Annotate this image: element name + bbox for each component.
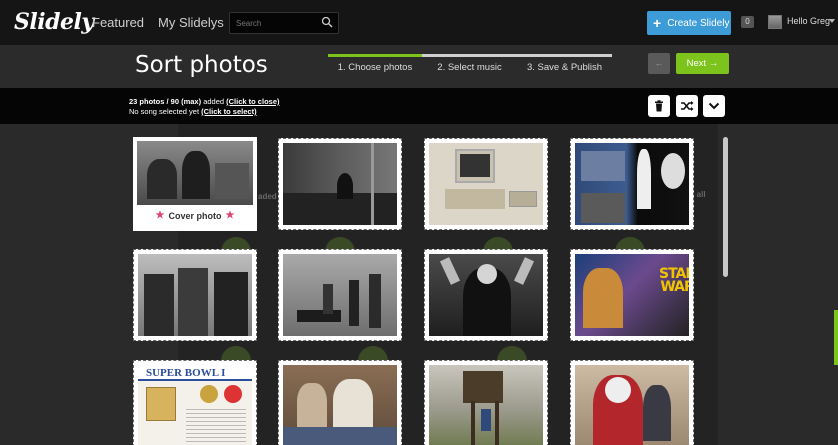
photo-balcony-figure	[283, 143, 397, 225]
poster-title-bottom: WAR	[660, 279, 689, 295]
search-input[interactable]	[230, 13, 318, 34]
photo-tile[interactable]	[278, 360, 402, 445]
photo-tile[interactable]	[133, 249, 257, 341]
photo-protest-scene	[283, 254, 397, 336]
selection-info-bar: 23 photos / 90 (max) added (Click to clo…	[0, 88, 838, 124]
added-text: added	[201, 97, 227, 106]
slidely-logo[interactable]: Slidely	[14, 9, 94, 35]
star-icon: ★	[155, 210, 165, 221]
trash-icon	[655, 100, 663, 112]
step-progress-bar	[517, 54, 612, 57]
photo-tile[interactable]: STAR WAR	[570, 249, 694, 341]
user-greeting[interactable]: Hello Greg	[787, 16, 830, 26]
side-feedback-tab[interactable]	[834, 310, 838, 365]
expand-button[interactable]	[703, 95, 725, 117]
photo-family-couch	[283, 365, 397, 445]
background-added-text: aded	[258, 192, 277, 201]
top-navigation: Slidely Featured My Slidelys + Create Sl…	[0, 0, 838, 45]
song-status-line: No song selected yet (Click to select)	[129, 107, 257, 116]
avatar[interactable]	[768, 15, 782, 29]
photo-tile[interactable]	[278, 138, 402, 230]
step-label: 3. Save & Publish	[527, 62, 602, 73]
back-button[interactable]: ←	[648, 53, 670, 74]
photo-tile[interactable]: SUPER BOWL I	[133, 360, 257, 445]
step-label: 1. Choose photos	[337, 62, 413, 73]
photo-tile[interactable]	[570, 360, 694, 445]
photo-sort-area: aded e all ★ Cover photo ★ STA WA SUPER …	[0, 124, 838, 445]
nav-featured[interactable]: Featured	[92, 15, 144, 30]
program-title: SUPER BOWL I	[146, 367, 226, 379]
close-link[interactable]: (Click to close)	[226, 97, 279, 106]
shuffle-icon	[681, 101, 694, 111]
photo-santa	[575, 365, 689, 445]
notification-count[interactable]: 0	[741, 16, 754, 28]
photo-riot-scene	[137, 141, 253, 205]
delete-button[interactable]	[648, 95, 670, 117]
step-save-publish[interactable]: 3. Save & Publish	[517, 54, 612, 88]
photo-apple-computer	[429, 143, 543, 225]
scrollbar[interactable]	[723, 137, 728, 277]
search-box	[229, 12, 339, 34]
chevron-down-icon[interactable]	[829, 19, 835, 23]
plus-icon: +	[653, 15, 662, 31]
page-title: Sort photos	[135, 52, 268, 78]
chevron-down-icon	[708, 102, 720, 110]
step-label: 2. Select music	[437, 62, 502, 73]
song-status: No song selected yet	[129, 107, 202, 116]
step-progress-bar	[328, 54, 422, 57]
star-icon: ★	[225, 210, 235, 221]
photo-tile[interactable]	[424, 138, 548, 230]
nav-my-slidelys[interactable]: My Slidelys	[158, 15, 224, 30]
photo-treehouse	[429, 365, 543, 445]
photos-added-line: 23 photos / 90 (max) added (Click to clo…	[129, 97, 280, 106]
photo-super-bowl-program: SUPER BOWL I	[138, 365, 252, 445]
photo-group-men	[138, 254, 252, 336]
page-header: Sort photos 1. Choose photos 2. Select m…	[0, 45, 838, 88]
photo-tile-cover[interactable]: ★ Cover photo ★	[133, 137, 257, 231]
photo-space-collage	[575, 143, 689, 225]
step-choose-photos[interactable]: 1. Choose photos	[328, 54, 422, 88]
create-slidely-label: Create Slidely	[667, 17, 730, 29]
photo-tile[interactable]	[278, 249, 402, 341]
create-slidely-button[interactable]: + Create Slidely	[647, 11, 731, 35]
select-song-link[interactable]: (Click to select)	[201, 107, 256, 116]
photo-star-wars-poster: STAR WAR	[575, 254, 689, 336]
step-select-music[interactable]: 2. Select music	[422, 54, 517, 88]
step-progress-bar	[422, 54, 517, 57]
cover-photo-text: Cover photo	[168, 210, 222, 221]
photos-count: 23 photos / 90 (max)	[129, 97, 202, 106]
cover-photo-label: ★ Cover photo ★	[137, 210, 253, 221]
photo-politician-farewell	[429, 254, 543, 336]
photo-tile[interactable]	[424, 249, 548, 341]
next-button[interactable]: Next →	[676, 53, 729, 74]
photo-tile[interactable]	[570, 138, 694, 230]
search-icon[interactable]	[321, 16, 333, 28]
photo-tile[interactable]	[424, 360, 548, 445]
shuffle-button[interactable]	[676, 95, 698, 117]
